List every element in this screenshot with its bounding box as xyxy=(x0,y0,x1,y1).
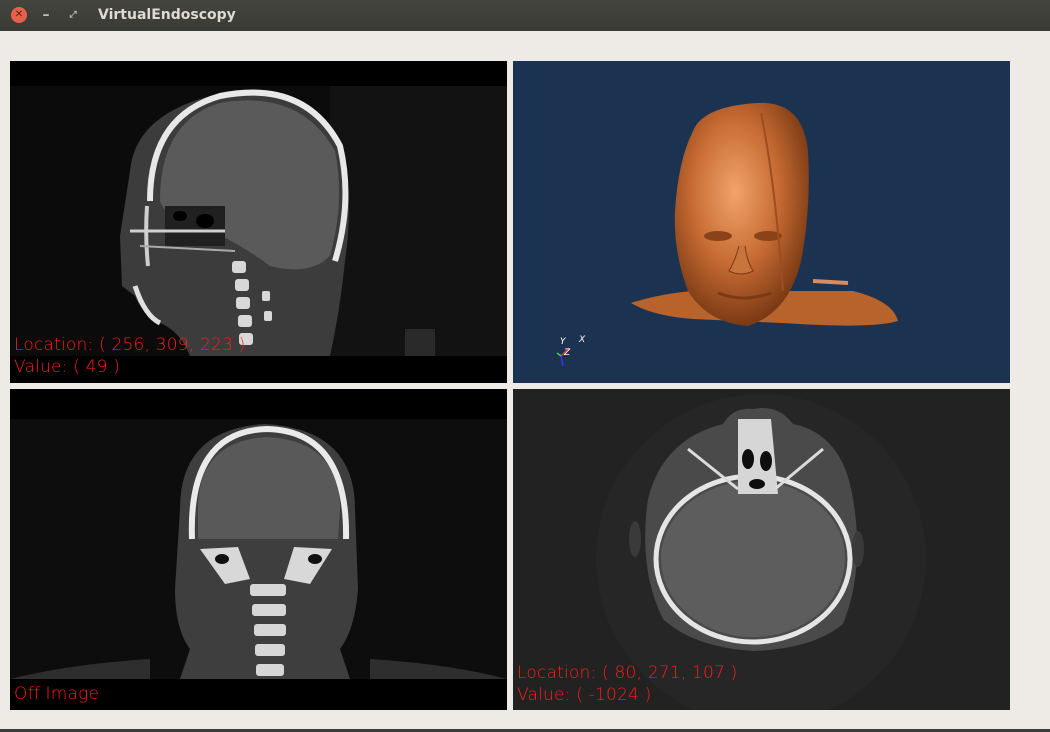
axis-z-label: Z xyxy=(564,348,571,358)
minimize-icon[interactable]: – xyxy=(38,7,54,23)
value-readout: Value: ( 49 ) xyxy=(14,357,121,377)
sagittal-view[interactable]: Location: ( 256, 309, 223 ) Value: ( 49 … xyxy=(10,61,507,383)
axial-view[interactable]: Location: ( 80, 271, 107 ) Value: ( -102… xyxy=(513,389,1010,710)
off-image-status: Off Image xyxy=(14,684,100,704)
location-readout: Location: ( 80, 271, 107 ) xyxy=(517,663,738,683)
restore-icon[interactable]: ⤢ xyxy=(65,7,81,23)
title-bar[interactable]: ✕ – ⤢ VirtualEndoscopy xyxy=(0,0,1050,31)
axis-x-label: X xyxy=(579,335,586,345)
close-icon[interactable]: ✕ xyxy=(11,7,27,23)
coronal-view[interactable]: Off Image xyxy=(10,389,507,710)
volume-render-view[interactable]: Y X Z xyxy=(513,61,1010,383)
volume-render-image xyxy=(556,102,898,367)
location-readout: Location: ( 256, 309, 223 ) xyxy=(14,335,246,355)
value-readout: Value: ( -1024 ) xyxy=(517,685,652,705)
window-title: VirtualEndoscopy xyxy=(98,7,236,23)
axis-y-label: Y xyxy=(560,337,566,347)
coronal-ct-image xyxy=(10,419,507,710)
